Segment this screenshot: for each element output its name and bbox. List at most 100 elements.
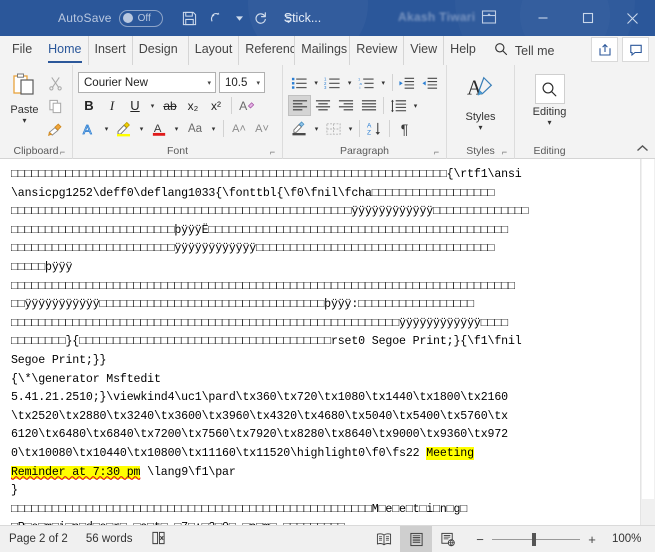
align-left-icon[interactable] <box>288 95 311 116</box>
ribbon-display-options-icon[interactable] <box>480 8 500 28</box>
tab-mailings[interactable]: Mailings <box>295 36 351 65</box>
underline-button[interactable]: U <box>124 95 146 116</box>
show-formatting-marks-button[interactable]: ¶ <box>393 118 416 139</box>
paste-button[interactable]: Paste ▾ <box>5 70 44 125</box>
web-layout-icon[interactable] <box>432 526 464 552</box>
redo-icon[interactable] <box>248 5 274 31</box>
justify-icon[interactable] <box>357 95 380 116</box>
word-count[interactable]: 56 words <box>86 533 133 545</box>
zoom-slider[interactable] <box>492 532 580 546</box>
underline-dropdown-icon[interactable]: ▾ <box>147 102 158 110</box>
tab-references[interactable]: References <box>239 36 296 65</box>
editing-dropdown-icon[interactable]: ▾ <box>547 118 551 127</box>
minimize-button[interactable] <box>520 0 565 36</box>
multilevel-dropdown-icon[interactable]: ▾ <box>378 79 389 87</box>
chevron-down-icon[interactable]: ▾ <box>256 79 260 87</box>
autosave-toggle[interactable]: Off <box>118 9 163 27</box>
styles-dropdown-icon[interactable]: ▾ <box>478 123 482 132</box>
undo-icon[interactable] <box>205 5 231 31</box>
change-case-dropdown-icon[interactable]: ▾ <box>208 125 219 133</box>
font-color-dropdown-icon[interactable]: ▾ <box>171 125 182 133</box>
cut-icon[interactable] <box>44 73 66 94</box>
styles-button[interactable]: A Styles ▾ <box>452 70 509 132</box>
clipboard-dialog-launcher[interactable]: ⌐ <box>58 148 67 157</box>
tab-file[interactable]: File <box>0 36 42 65</box>
tab-insert[interactable]: Insert <box>89 36 133 65</box>
user-account-name[interactable]: Akash Tiwari <box>398 10 475 24</box>
bullets-icon[interactable] <box>288 72 311 93</box>
subscript-button[interactable]: x₂ <box>182 95 204 116</box>
chevron-down-icon[interactable]: ▾ <box>207 79 211 87</box>
tab-view[interactable]: View <box>404 36 445 65</box>
font-name-input[interactable]: Courier New ▾ <box>78 72 216 93</box>
format-painter-icon[interactable] <box>44 119 66 140</box>
align-right-icon[interactable] <box>334 95 357 116</box>
increase-indent-icon[interactable] <box>418 72 441 93</box>
paragraph-dialog-launcher[interactable]: ⌐ <box>432 148 441 157</box>
vertical-scrollbar[interactable] <box>640 159 655 525</box>
editing-button[interactable]: Editing ▾ <box>521 70 579 127</box>
styles-dialog-launcher[interactable]: ⌐ <box>500 148 509 157</box>
multilevel-list-icon[interactable]: 1 a i <box>355 72 378 93</box>
undo-dropdown-icon[interactable] <box>233 5 246 31</box>
scrollbar-thumb[interactable] <box>642 159 654 499</box>
tell-me-search[interactable]: Tell me <box>494 36 555 65</box>
doc-line: □□□□□□□□□□□□□□□□□□□□□□□□□□□□□□□□□□□□□□□□… <box>11 279 515 293</box>
document-text[interactable]: □□□□□□□□□□□□□□□□□□□□□□□□□□□□□□□□□□□□□□□□… <box>11 166 629 525</box>
tab-home[interactable]: Home <box>42 36 89 65</box>
borders-icon[interactable] <box>322 118 345 139</box>
copy-icon[interactable] <box>44 96 66 117</box>
text-effects-icon[interactable]: A <box>78 118 100 139</box>
tab-design[interactable]: Design <box>133 36 189 65</box>
close-button[interactable] <box>610 0 655 36</box>
customize-quick-access-toolbar-icon[interactable] <box>276 5 302 31</box>
save-icon[interactable] <box>177 5 203 31</box>
shading-icon[interactable] <box>288 118 311 139</box>
numbering-icon[interactable]: 1 2 3 <box>322 72 345 93</box>
zoom-out-button[interactable]: − <box>474 532 486 547</box>
numbering-dropdown-icon[interactable]: ▾ <box>344 79 355 87</box>
doc-after-highlight: \lang9\f1\par <box>140 465 236 479</box>
text-highlight-color-icon[interactable] <box>113 118 135 139</box>
line-spacing-icon[interactable] <box>387 95 410 116</box>
zoom-in-button[interactable]: + <box>586 532 598 547</box>
grow-font-button[interactable]: A˄ <box>228 118 250 139</box>
share-icon[interactable] <box>591 37 618 62</box>
tab-review[interactable]: Review <box>350 36 405 65</box>
tab-layout[interactable]: Layout <box>189 36 240 65</box>
comments-icon[interactable] <box>622 37 649 62</box>
shrink-font-button[interactable]: A˅ <box>251 118 273 139</box>
zoom-slider-thumb[interactable] <box>532 532 536 546</box>
maximize-button[interactable] <box>565 0 610 36</box>
read-mode-icon[interactable] <box>368 526 400 552</box>
decrease-indent-icon[interactable] <box>396 72 419 93</box>
tell-me-label: Tell me <box>514 43 555 58</box>
clear-formatting-icon[interactable]: A <box>236 95 258 116</box>
font-dialog-launcher[interactable]: ⌐ <box>268 148 277 157</box>
collapse-ribbon-icon[interactable] <box>636 144 649 156</box>
ribbon: Paste ▾ Clipboard ⌐ Courier New ▾ 10.5 ▾… <box>0 65 655 159</box>
sort-icon[interactable]: A Z <box>363 118 386 139</box>
line-spacing-dropdown-icon[interactable]: ▾ <box>410 102 421 110</box>
tab-help[interactable]: Help <box>444 36 482 65</box>
proofing-errors-icon[interactable] <box>151 531 166 548</box>
highlight-dropdown-icon[interactable]: ▾ <box>136 125 147 133</box>
print-layout-icon[interactable] <box>400 525 432 552</box>
document-page[interactable]: □□□□□□□□□□□□□□□□□□□□□□□□□□□□□□□□□□□□□□□□… <box>0 159 640 525</box>
paragraph-group-label: Paragraph ⌐ <box>339 145 441 157</box>
text-effects-dropdown-icon[interactable]: ▾ <box>101 125 112 133</box>
shading-dropdown-icon[interactable]: ▾ <box>311 125 322 133</box>
italic-button[interactable]: I <box>101 95 123 116</box>
align-center-icon[interactable] <box>311 95 334 116</box>
bold-button[interactable]: B <box>78 95 100 116</box>
page-indicator[interactable]: Page 2 of 2 <box>9 533 68 545</box>
superscript-button[interactable]: x² <box>205 95 227 116</box>
zoom-level-label[interactable]: 100% <box>612 533 646 545</box>
change-case-button[interactable]: Aa <box>183 118 207 139</box>
bullets-dropdown-icon[interactable]: ▾ <box>311 79 322 87</box>
font-color-icon[interactable]: A <box>148 118 170 139</box>
strikethrough-button[interactable]: ab <box>159 95 181 116</box>
paste-dropdown-icon[interactable]: ▾ <box>22 117 26 125</box>
borders-dropdown-icon[interactable]: ▾ <box>345 125 356 133</box>
font-size-input[interactable]: 10.5 ▾ <box>219 72 265 93</box>
